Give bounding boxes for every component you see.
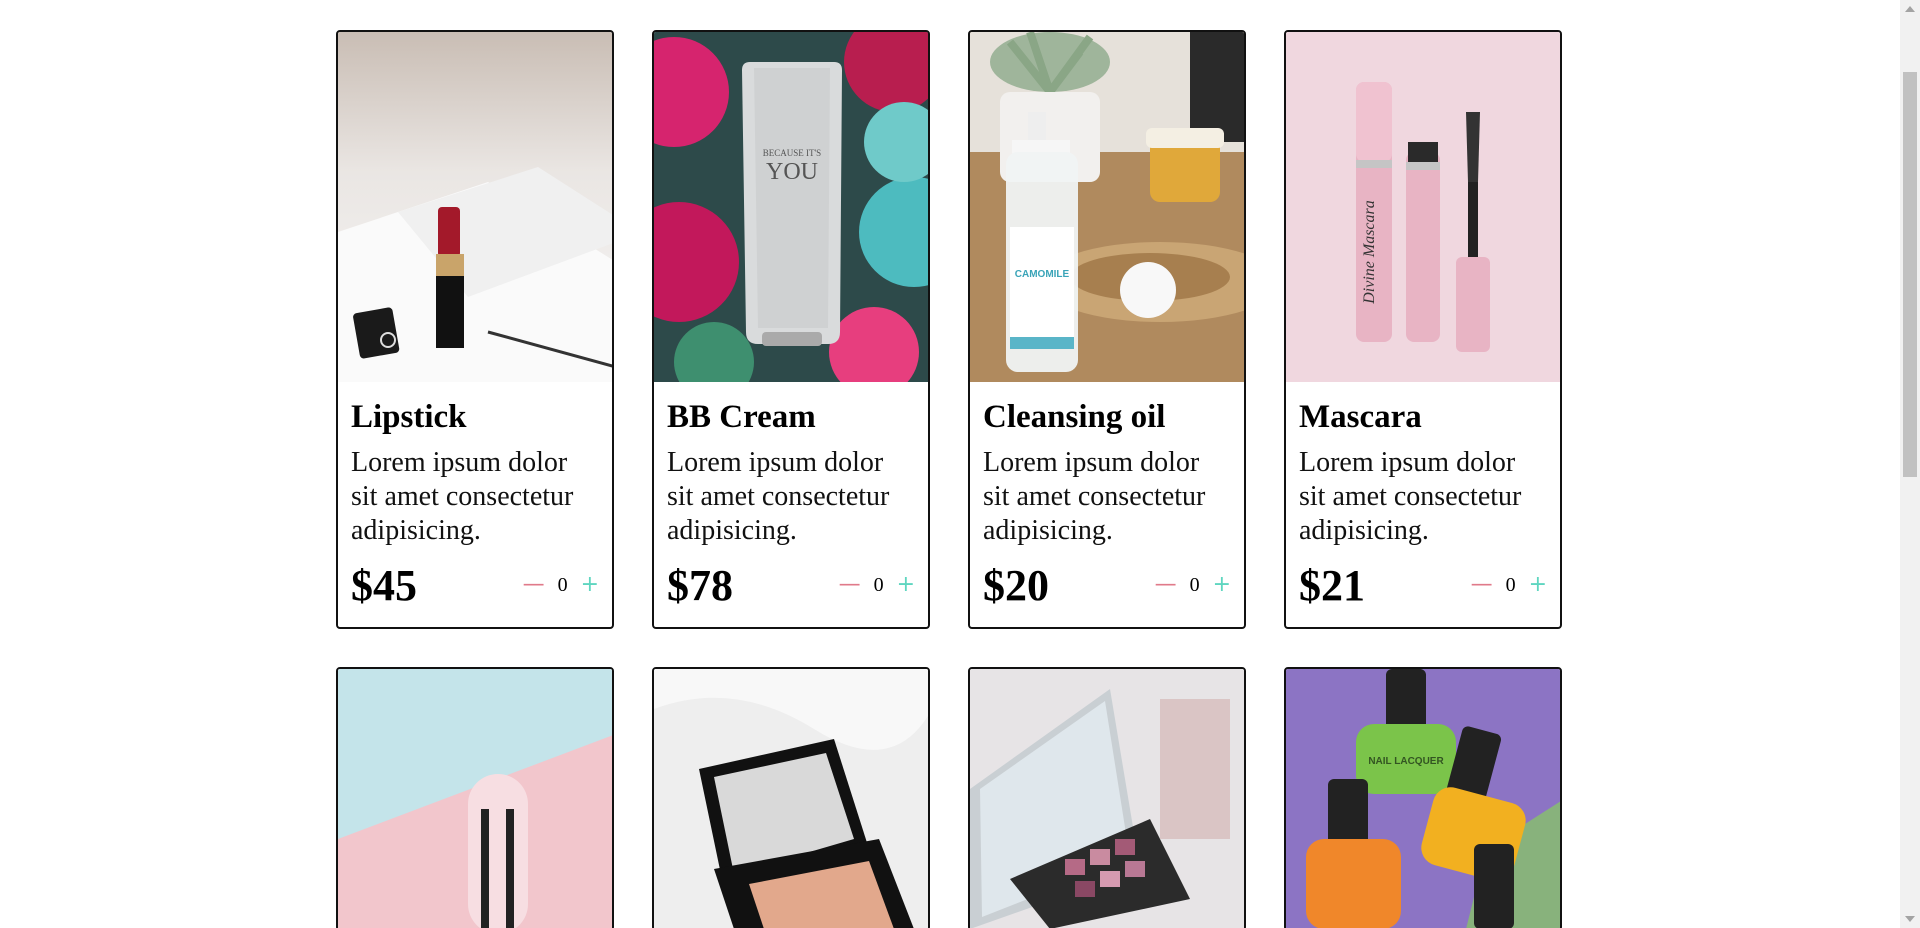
- svg-text:Divine Mascara: Divine Mascara: [1361, 200, 1378, 305]
- eyeshadow-palette-image: [970, 668, 1244, 928]
- product-footer: $20 — 0 +: [983, 560, 1231, 611]
- lipstick-image: [338, 32, 612, 382]
- quantity-value: 0: [1189, 573, 1200, 596]
- pink-blue-cosmetic-image: [338, 668, 612, 928]
- product-description: Lorem ipsum dolor sit amet consectetur a…: [667, 446, 890, 546]
- decrease-quantity-button[interactable]: —: [839, 574, 861, 596]
- product-price: $78: [667, 560, 733, 610]
- quantity-value: 0: [1505, 573, 1516, 596]
- product-price: $45: [351, 560, 417, 610]
- product-title: Lipstick: [351, 399, 467, 435]
- product-description: Lorem ipsum dolor sit amet consectetur a…: [1299, 446, 1522, 546]
- decrease-quantity-button[interactable]: —: [523, 574, 545, 596]
- product-footer: $21 — 0 +: [1299, 560, 1547, 611]
- product-price: $21: [1299, 560, 1365, 610]
- quantity-value: 0: [873, 573, 884, 596]
- increase-quantity-button[interactable]: +: [1529, 574, 1547, 596]
- cleansing-oil-image: CAMOMILE: [970, 32, 1244, 382]
- increase-quantity-button[interactable]: +: [1213, 574, 1231, 596]
- product-page: Lipstick Lorem ipsum dolor sit amet cons…: [0, 0, 1920, 928]
- product-footer: $45 — 0 +: [351, 560, 599, 611]
- svg-text:CAMOMILE: CAMOMILE: [1015, 269, 1070, 280]
- vertical-scrollbar[interactable]: [1900, 0, 1920, 928]
- product-title: BB Cream: [667, 399, 816, 435]
- product-card-7: [968, 666, 1246, 928]
- product-description: Lorem ipsum dolor sit amet consectetur a…: [983, 446, 1206, 546]
- increase-quantity-button[interactable]: +: [581, 574, 599, 596]
- compact-powder-image: [654, 668, 928, 928]
- product-card-cleansing-oil: CAMOMILE Cleansing oil Lorem ipsum dolor…: [968, 30, 1246, 629]
- product-grid: Lipstick Lorem ipsum dolor sit amet cons…: [336, 30, 1562, 928]
- product-description: Lorem ipsum dolor sit amet consectetur a…: [351, 446, 574, 546]
- scrollbar-thumb[interactable]: [1903, 72, 1917, 477]
- product-card-mascara: Divine Mascara Mascara Lorem ipsum dolor…: [1284, 30, 1562, 629]
- decrease-quantity-button[interactable]: —: [1155, 574, 1177, 596]
- mascara-image: Divine Mascara: [1286, 32, 1560, 382]
- bb-cream-image: BECAUSE IT'S YOU: [654, 32, 928, 382]
- svg-text:YOU: YOU: [766, 159, 818, 185]
- quantity-stepper: — 0 +: [839, 574, 915, 597]
- product-card-8: NAIL LACQUER: [1284, 666, 1562, 928]
- product-title: Cleansing oil: [983, 399, 1166, 435]
- increase-quantity-button[interactable]: +: [897, 574, 915, 596]
- scroll-up-arrow-icon[interactable]: [1905, 6, 1915, 12]
- scroll-down-arrow-icon[interactable]: [1905, 916, 1915, 922]
- decrease-quantity-button[interactable]: —: [1471, 574, 1493, 596]
- product-price: $20: [983, 560, 1049, 610]
- quantity-stepper: — 0 +: [523, 574, 599, 597]
- nail-lacquer-image: NAIL LACQUER: [1286, 668, 1560, 928]
- product-card-bb-cream: BECAUSE IT'S YOU BB Cream Lorem ipsum do…: [652, 30, 930, 629]
- product-card-lipstick: Lipstick Lorem ipsum dolor sit amet cons…: [336, 30, 614, 629]
- quantity-value: 0: [557, 573, 568, 596]
- product-card-6: [652, 666, 930, 928]
- svg-text:NAIL LACQUER: NAIL LACQUER: [1368, 756, 1444, 767]
- product-footer: $78 — 0 +: [667, 560, 915, 611]
- quantity-stepper: — 0 +: [1471, 574, 1547, 597]
- quantity-stepper: — 0 +: [1155, 574, 1231, 597]
- product-title: Mascara: [1299, 399, 1422, 435]
- svg-text:BECAUSE IT'S: BECAUSE IT'S: [763, 148, 821, 158]
- product-card-5: [336, 666, 614, 928]
